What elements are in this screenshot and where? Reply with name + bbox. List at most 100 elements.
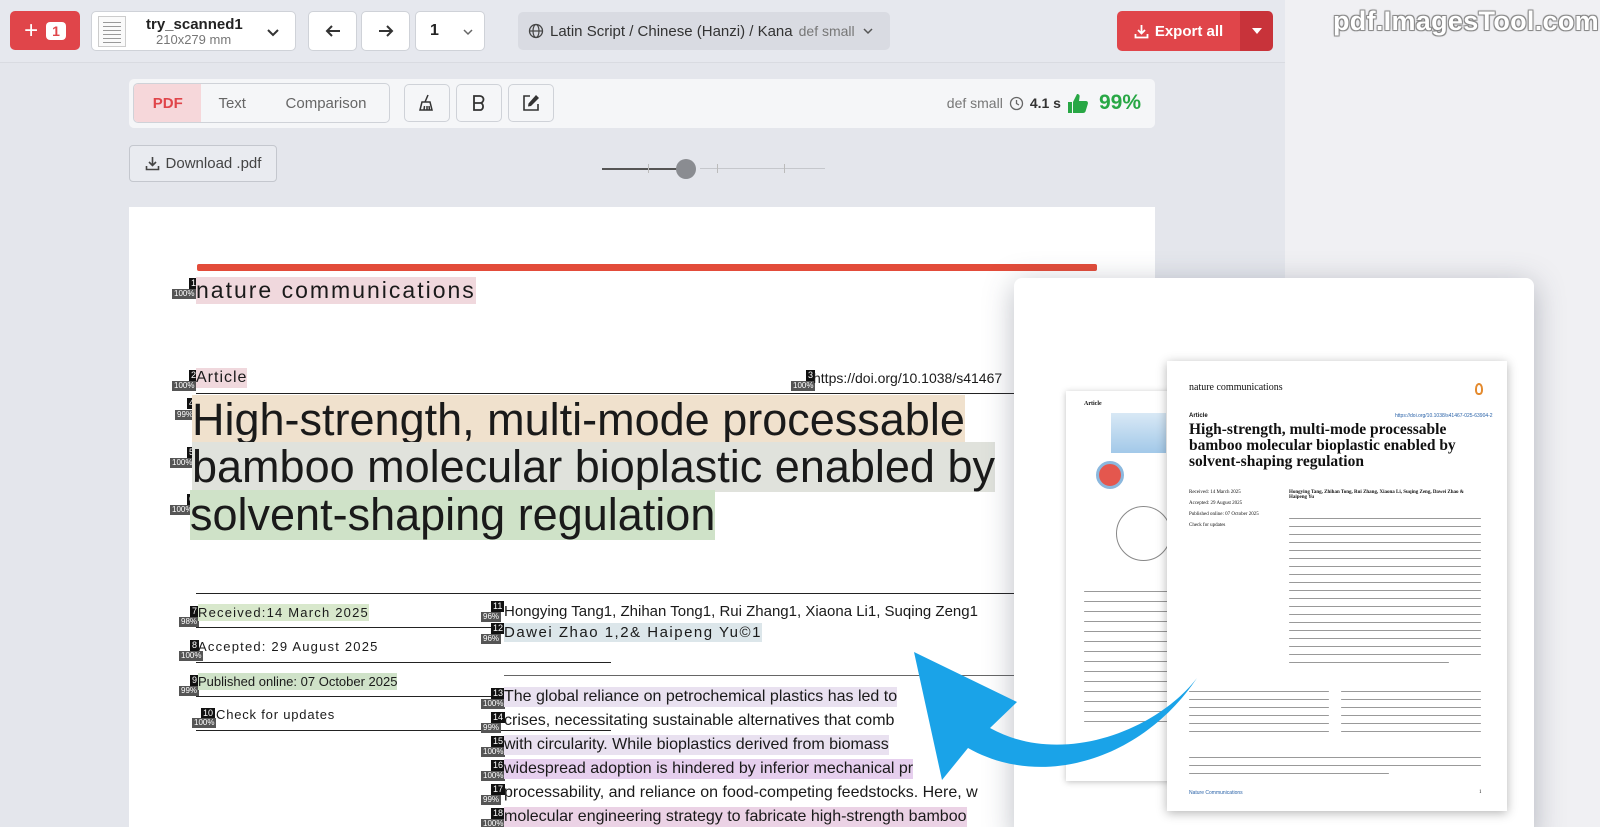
thumbs-up-icon <box>1067 93 1088 113</box>
published-date: Published online: 07 October 2025 <box>198 673 398 690</box>
block-confidence: 100% <box>791 381 816 391</box>
preview-abstract-line <box>1289 550 1481 551</box>
block-confidence: 99% <box>481 723 502 733</box>
preview-body-line <box>1189 731 1329 732</box>
preview-footer: Nature Communications <box>1189 790 1243 796</box>
check-for-updates[interactable]: Check for updates <box>216 706 335 723</box>
preview-title-2: bamboo molecular bioplastic enabled by <box>1189 437 1456 454</box>
open-access-icon <box>1475 383 1483 395</box>
chevron-down-icon <box>463 29 473 36</box>
block-confidence: 98% <box>179 617 200 627</box>
bold-button[interactable] <box>456 84 502 122</box>
block-number: 18 <box>491 808 506 819</box>
top-toolbar: + 1 try_scanned1 210x279 mm 1 Latin Scri… <box>0 0 1285 63</box>
tab-text[interactable]: Text <box>201 84 263 122</box>
preview-figure <box>1096 461 1124 489</box>
preview-body-line <box>1341 707 1481 708</box>
preview-body-line <box>1189 715 1329 716</box>
journal-header-rule <box>197 264 1097 271</box>
file-selector[interactable]: try_scanned1 210x279 mm <box>91 11 296 51</box>
preview-abstract-line <box>1289 614 1481 615</box>
prev-page-button[interactable] <box>308 11 357 51</box>
meta-rule <box>196 662 611 663</box>
preview-abstract-line <box>1289 582 1481 583</box>
export-all-label: Export all <box>1154 22 1224 40</box>
authors-line-2: Dawei Zhao 1,2& Haipeng Yu©1 <box>504 623 762 642</box>
preview-abstract-line <box>1289 662 1449 663</box>
preview-body-line <box>1341 723 1481 724</box>
block-confidence: 99% <box>179 686 200 696</box>
preview-page-front: nature communications Article https://do… <box>1167 361 1507 811</box>
zoom-slider[interactable] <box>600 158 830 180</box>
preview-abstract-line <box>1289 630 1481 631</box>
clean-button[interactable] <box>404 84 450 122</box>
zoom-slider-handle[interactable] <box>676 159 696 179</box>
confidence-score: 99% <box>1098 91 1141 114</box>
title-line-1: High-strength, multi-mode processable <box>192 394 965 445</box>
block-number: 14 <box>491 712 506 723</box>
preview-abstract-line <box>1289 574 1481 575</box>
block-confidence: 100% <box>172 381 197 391</box>
add-file-button[interactable]: + 1 <box>10 11 80 50</box>
preview-body-line <box>1189 707 1329 708</box>
authors-line-1: Hongying Tang1, Zhihan Tong1, Rui Zhang1… <box>504 603 978 620</box>
preview-figure <box>1111 413 1166 453</box>
block-confidence: 96% <box>481 612 502 622</box>
next-page-button[interactable] <box>361 11 410 51</box>
abstract-line-2: crises, necessitating sustainable altern… <box>504 712 895 729</box>
title-line-2: bamboo molecular bioplastic enabled by <box>192 441 995 492</box>
preview-body-line <box>1341 731 1481 732</box>
article-label: Article <box>196 368 248 388</box>
block-number: 16 <box>491 760 506 771</box>
abstract-line-6: molecular engineering strategy to fabric… <box>504 807 967 827</box>
accepted-date: Accepted: 29 August 2025 <box>198 639 379 654</box>
preview-abstract-line <box>1289 526 1481 527</box>
journal-name: nature communications <box>196 277 476 304</box>
preview-abstract-line <box>1289 542 1481 543</box>
globe-icon <box>528 23 544 39</box>
title-line-3: solvent-shaping regulation <box>190 489 716 540</box>
received-date: Received:14 March 2025 <box>198 604 369 621</box>
preview-body-line <box>1189 723 1329 724</box>
preview-article: Article <box>1189 413 1208 419</box>
file-name: try_scanned1 <box>146 16 243 33</box>
download-icon <box>145 157 159 171</box>
tab-comparison[interactable]: Comparison <box>263 84 389 122</box>
abstract-line-4: widespread adoption is hindered by infer… <box>504 759 914 779</box>
abstract-line-5: processability, and reliance on food-com… <box>504 784 978 801</box>
preview-radar <box>1116 506 1171 561</box>
preview-text-line <box>1084 611 1176 612</box>
preview-body-line <box>1341 715 1481 716</box>
preview-abstract-line <box>1289 654 1481 655</box>
preview-body-line <box>1189 691 1329 692</box>
abstract-line-3: with circularity. While bioplastics deri… <box>504 735 889 755</box>
doi-link[interactable]: https://doi.org/10.1038/s41467 <box>813 371 1002 385</box>
export-options-button[interactable] <box>1240 11 1273 51</box>
preview-footnote-line <box>1189 773 1389 774</box>
export-all-button[interactable]: Export all <box>1117 11 1240 51</box>
caret-down-icon <box>1251 28 1262 34</box>
broom-icon <box>419 94 433 111</box>
page-select[interactable]: 1 <box>415 11 485 51</box>
zoom-slider-track <box>700 168 825 169</box>
preview-footnote-line <box>1189 757 1481 758</box>
preview-body-line <box>1341 691 1481 692</box>
block-number: 12 <box>491 623 506 634</box>
tab-pdf[interactable]: PDF <box>134 84 202 122</box>
preview-text-line <box>1084 601 1176 602</box>
preview-title-1: High-strength, multi-mode processable <box>1189 421 1447 438</box>
curved-arrow-icon <box>914 652 1197 780</box>
file-count-badge: 1 <box>46 21 66 40</box>
block-number: 11 <box>491 601 505 612</box>
download-pdf-button[interactable]: Download .pdf <box>129 145 277 182</box>
preview-back-label: Article <box>1084 401 1102 407</box>
processing-time: 4.1 s <box>1029 95 1061 111</box>
preview-title-3: solvent-shaping regulation <box>1189 453 1364 470</box>
zoom-slider-fill <box>602 168 686 170</box>
edit-button[interactable] <box>508 84 554 122</box>
preview-accepted: Accepted: 29 August 2025 <box>1189 501 1243 506</box>
language-select[interactable]: Latin Script / Chinese (Hanzi) / Kana de… <box>518 12 890 50</box>
preview-received: Received: 14 March 2025 <box>1189 490 1241 495</box>
preview-text-line <box>1084 591 1176 592</box>
block-number: 17 <box>491 784 506 795</box>
